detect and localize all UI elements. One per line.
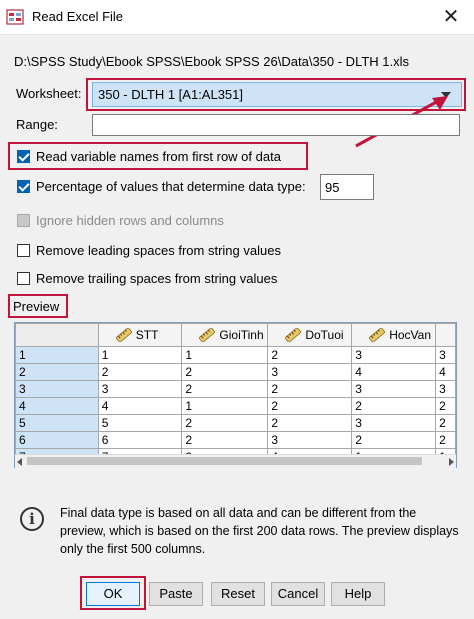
column-name: GioiTinh (219, 328, 264, 342)
table-cell[interactable]: 2 (181, 414, 269, 432)
close-icon[interactable]: ✕ (438, 4, 464, 30)
table-cell[interactable]: 2 (435, 397, 456, 415)
percentage-value: 95 (325, 180, 340, 195)
ruler-icon (369, 328, 386, 342)
ruler-icon (115, 328, 132, 342)
worksheet-value: 350 - DLTH 1 [A1:AL351] (98, 87, 244, 102)
table-cell[interactable]: 5 (97, 414, 183, 432)
scrollbar-thumb[interactable] (27, 457, 422, 465)
table-cell[interactable]: 6 (97, 431, 183, 449)
table-cell[interactable]: 2 (97, 363, 183, 381)
ruler-icon (285, 328, 302, 342)
table-cell[interactable]: 3 (267, 431, 353, 449)
table-cell[interactable]: 4 (97, 397, 183, 415)
row-number[interactable]: 6 (15, 431, 99, 449)
paste-button[interactable]: Paste (149, 582, 203, 606)
preview-table: STT GioiTinh DoTuoi HocVan 1112332223443… (15, 323, 456, 466)
table-row: 332233 (15, 380, 456, 398)
table-cell[interactable]: 1 (97, 346, 183, 364)
ok-button[interactable]: OK (86, 582, 140, 606)
table-cell[interactable]: 2 (435, 431, 456, 449)
table-cell[interactable]: 3 (97, 380, 183, 398)
remove-trailing-label: Remove trailing spaces from string value… (36, 271, 278, 286)
row-number[interactable]: 1 (15, 346, 99, 364)
scroll-left-icon[interactable] (17, 458, 22, 466)
scroll-right-icon[interactable] (449, 458, 454, 466)
info-text: Final data type is based on all data and… (60, 506, 459, 556)
table-row: 111233 (15, 346, 456, 364)
column-name: STT (135, 328, 159, 342)
table-cell[interactable]: 1 (181, 346, 269, 364)
table-cell[interactable]: 2 (181, 363, 269, 381)
column-header-partial[interactable] (435, 323, 456, 347)
row-number[interactable]: 4 (15, 397, 99, 415)
percentage-input[interactable]: 95 (320, 174, 374, 200)
table-cell[interactable]: 3 (267, 363, 353, 381)
cancel-button[interactable]: Cancel (271, 582, 325, 606)
help-button[interactable]: Help (331, 582, 385, 606)
table-cell[interactable]: 1 (181, 397, 269, 415)
table-cell[interactable]: 3 (351, 380, 437, 398)
range-input[interactable] (92, 114, 460, 136)
column-name: DoTuoi (305, 328, 344, 342)
info-icon: i (20, 507, 44, 531)
table-cell[interactable]: 3 (435, 380, 456, 398)
table-cell[interactable]: 2 (267, 414, 353, 432)
preview-label: Preview (13, 299, 60, 314)
table-cell[interactable]: 3 (435, 346, 456, 364)
row-number[interactable]: 3 (15, 380, 99, 398)
horizontal-scrollbar[interactable] (15, 454, 456, 468)
table-row: 552232 (15, 414, 456, 432)
table-cell[interactable]: 2 (267, 380, 353, 398)
row-number[interactable]: 5 (15, 414, 99, 432)
file-path: D:\SPSS Study\Ebook SPSS\Ebook SPSS 26\D… (14, 54, 410, 69)
table-cell[interactable]: 2 (351, 431, 437, 449)
table-cell[interactable]: 2 (267, 397, 353, 415)
worksheet-label: Worksheet: (16, 86, 82, 101)
percentage-label: Percentage of values that determine data… (36, 179, 306, 194)
ruler-icon (199, 328, 216, 342)
spss-app-icon (6, 9, 24, 25)
table-cell[interactable]: 2 (351, 397, 437, 415)
table-cell[interactable]: 3 (351, 346, 437, 364)
window-title: Read Excel File (32, 9, 124, 24)
remove-leading-checkbox[interactable] (17, 244, 30, 257)
table-cell[interactable]: 2 (181, 431, 269, 449)
table-cell[interactable]: 2 (181, 380, 269, 398)
column-header[interactable]: DoTuoi (267, 323, 353, 347)
row-number[interactable]: 2 (15, 363, 99, 381)
table-cell[interactable]: 2 (267, 346, 353, 364)
ignore-hidden-label: Ignore hidden rows and columns (36, 213, 224, 228)
remove-leading-label: Remove leading spaces from string values (36, 243, 281, 258)
column-header[interactable]: STT (97, 323, 183, 347)
table-row: 222344 (15, 363, 456, 381)
table-cell[interactable]: 3 (351, 414, 437, 432)
ignore-hidden-checkbox (17, 214, 30, 227)
remove-trailing-checkbox[interactable] (17, 272, 30, 285)
preview-grid[interactable]: STT GioiTinh DoTuoi HocVan 1112332223443… (14, 322, 457, 468)
read-names-label: Read variable names from first row of da… (36, 149, 281, 164)
column-header[interactable]: GioiTinh (181, 323, 269, 347)
reset-button[interactable]: Reset (211, 582, 265, 606)
table-cell[interactable]: 4 (435, 363, 456, 381)
read-names-checkbox[interactable] (17, 150, 30, 163)
table-cell[interactable]: 4 (351, 363, 437, 381)
column-header[interactable]: HocVan (351, 323, 437, 347)
table-row: 441222 (15, 397, 456, 415)
range-label: Range: (16, 117, 58, 132)
column-name: HocVan (389, 328, 431, 342)
percentage-checkbox[interactable] (17, 180, 30, 193)
table-row: 662322 (15, 431, 456, 449)
table-cell[interactable]: 2 (435, 414, 456, 432)
grid-corner (15, 323, 99, 347)
